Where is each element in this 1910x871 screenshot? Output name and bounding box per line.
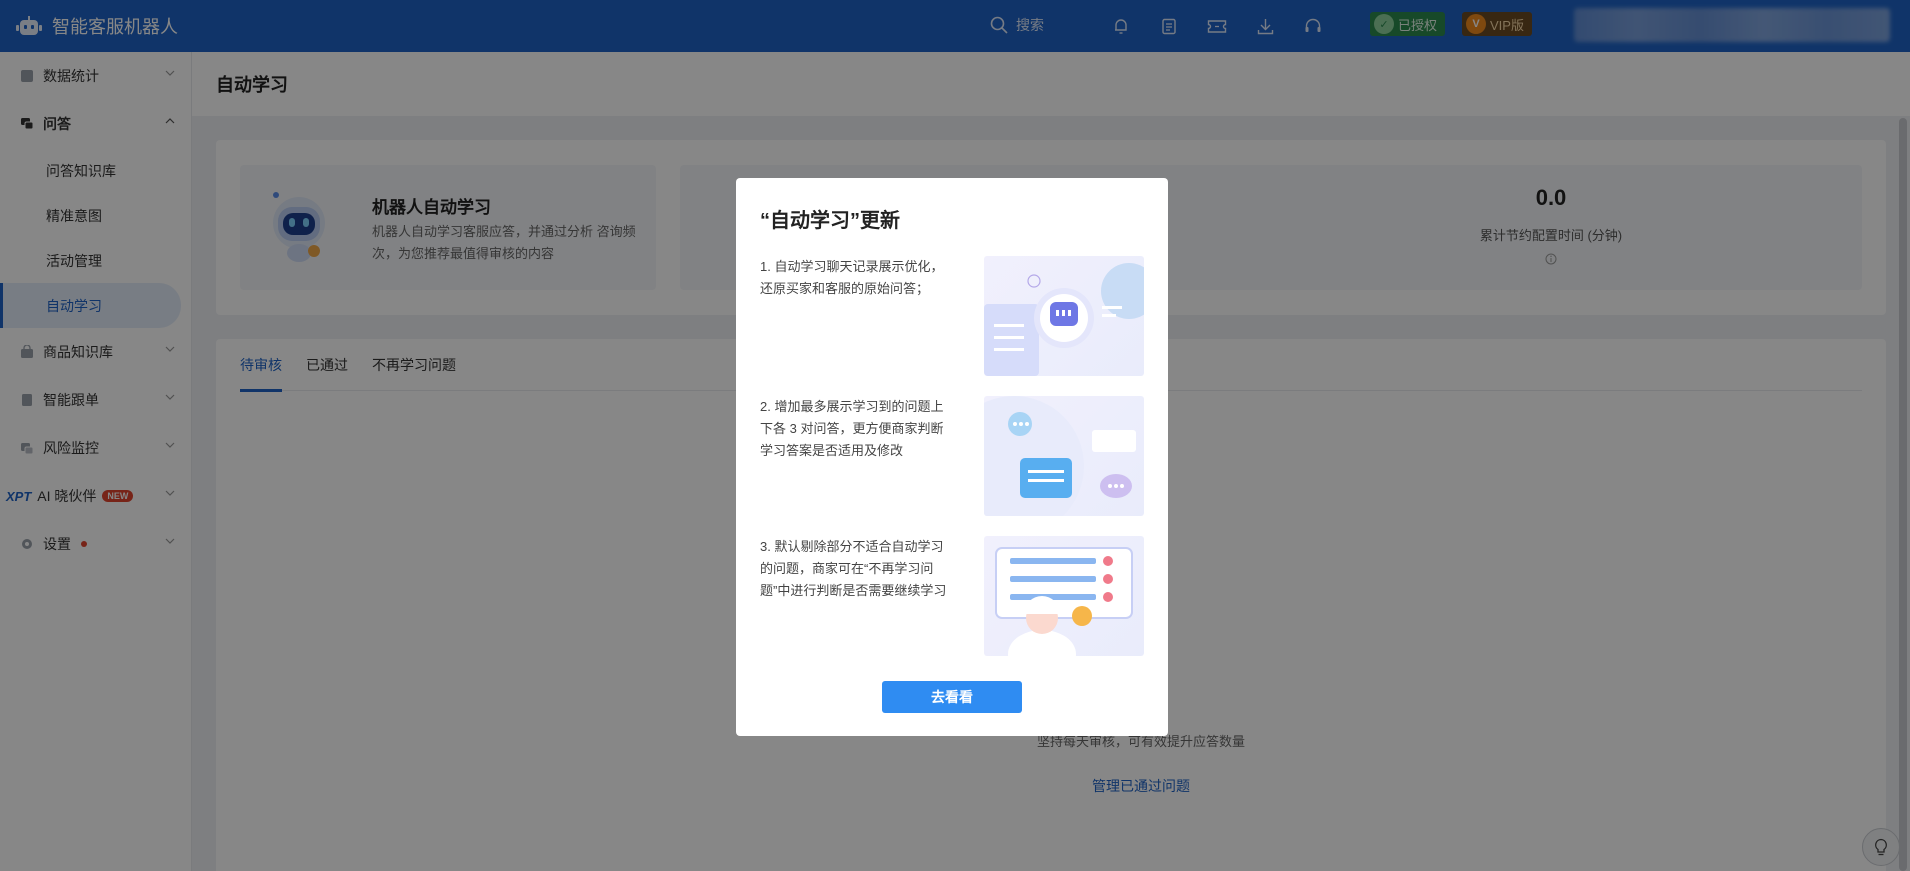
- filter-questions-illustration: [984, 536, 1144, 656]
- update-modal: “自动学习”更新 1. 自动学习聊天记录展示优化，还原买家和客服的原始问答； 2…: [736, 178, 1168, 736]
- qa-pairs-illustration: [984, 396, 1144, 516]
- feature-text-1: 1. 自动学习聊天记录展示优化，还原买家和客服的原始问答；: [760, 259, 944, 296]
- feature-text-2: 2. 增加最多展示学习到的问题上下各 3 对问答，更方便商家判断学习答案是否适用…: [760, 399, 944, 458]
- chat-history-illustration: [984, 256, 1144, 376]
- feature-text-3: 3. 默认剔除部分不适合自动学习的问题，商家可在“不再学习问题”中进行判断是否需…: [760, 539, 947, 598]
- modal-title: “自动学习”更新: [760, 210, 900, 232]
- go-see-button[interactable]: 去看看: [882, 681, 1022, 713]
